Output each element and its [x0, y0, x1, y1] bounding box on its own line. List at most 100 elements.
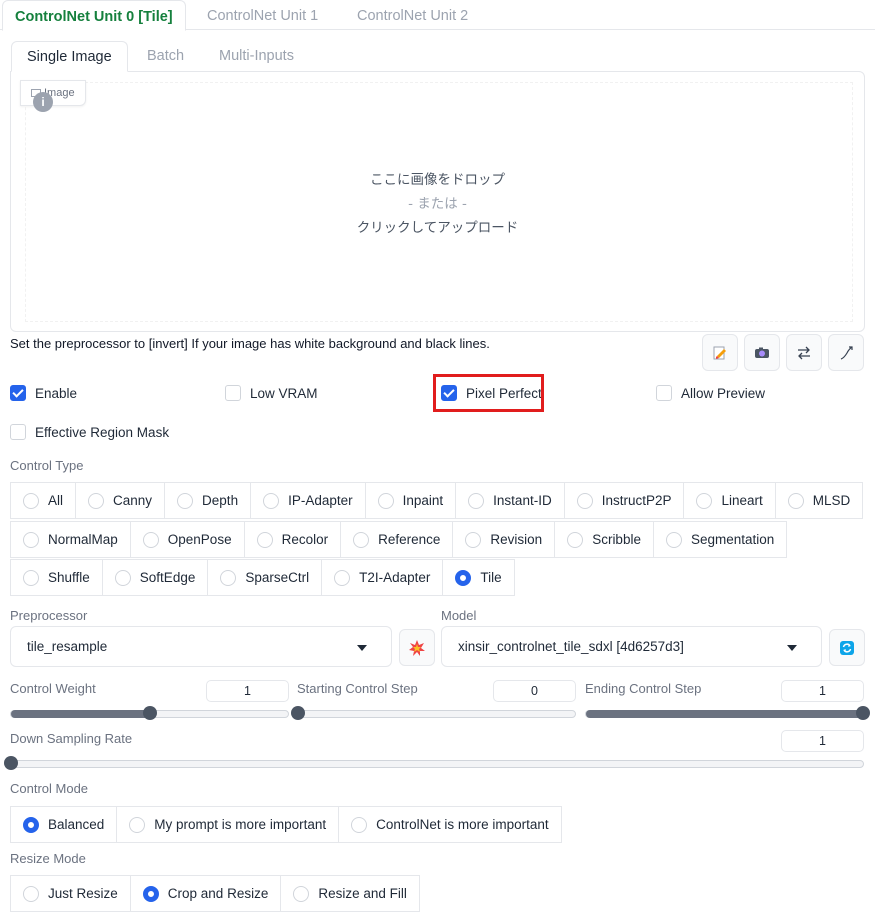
radio-icon[interactable]: [88, 492, 105, 509]
control-type-normalmap[interactable]: NormalMap: [10, 521, 130, 558]
control-type-depth[interactable]: Depth: [164, 482, 251, 519]
tab-unit-2[interactable]: ControlNet Unit 2: [345, 0, 480, 31]
control-mode-label: Control Mode: [10, 781, 89, 796]
radio-icon[interactable]: [23, 531, 39, 548]
explosion-icon: [409, 639, 425, 656]
control-type-mlsd[interactable]: MLSD: [774, 482, 864, 519]
radio-icon[interactable]: [23, 492, 39, 509]
refresh-models-button[interactable]: [829, 629, 865, 666]
control-type-revision[interactable]: Revision: [452, 521, 555, 558]
slider-thumb[interactable]: [291, 706, 305, 720]
resize-mode-resize-and-fill[interactable]: Resize and Fill: [280, 875, 420, 912]
tab-single-image[interactable]: Single Image: [11, 41, 128, 72]
model-dropdown[interactable]: xinsir_controlnet_tile_sdxl [4d6257d3]: [441, 626, 822, 667]
radio-icon[interactable]: [787, 492, 804, 509]
control-mode-prompt-important[interactable]: My prompt is more important: [116, 806, 339, 843]
control-type-all[interactable]: All: [10, 482, 76, 519]
control-mode-balanced[interactable]: Balanced: [10, 806, 117, 843]
checkbox-icon[interactable]: [656, 385, 672, 401]
control-type-canny[interactable]: Canny: [75, 482, 165, 519]
control-type-softedge[interactable]: SoftEdge: [101, 559, 208, 596]
radio-selected-icon[interactable]: [142, 885, 159, 902]
slider-thumb[interactable]: [4, 756, 18, 770]
radio-icon[interactable]: [351, 816, 368, 833]
control-type-reference[interactable]: Reference: [340, 521, 453, 558]
slider-thumb[interactable]: [856, 706, 870, 720]
down-sampling-slider[interactable]: [4, 756, 864, 770]
radio-icon[interactable]: [293, 885, 310, 902]
tab-multi-inputs[interactable]: Multi-Inputs: [204, 41, 309, 72]
slider-thumb[interactable]: [142, 706, 157, 720]
control-type-recolor[interactable]: Recolor: [243, 521, 341, 558]
low-vram-checkbox[interactable]: Low VRAM: [225, 385, 318, 401]
allow-preview-checkbox[interactable]: Allow Preview: [656, 385, 765, 401]
checkbox-icon[interactable]: [225, 385, 241, 401]
radio-icon[interactable]: [142, 531, 159, 548]
radio-icon[interactable]: [114, 569, 131, 586]
resize-mode-just-resize[interactable]: Just Resize: [10, 875, 130, 912]
control-type-inpaint[interactable]: Inpaint: [364, 482, 456, 519]
refresh-icon: [840, 640, 854, 655]
radio-icon[interactable]: [129, 816, 146, 833]
radio-icon[interactable]: [377, 492, 394, 509]
ending-step-input[interactable]: 1: [781, 680, 864, 702]
swap-button[interactable]: [786, 334, 822, 371]
control-type-scribble[interactable]: Scribble: [554, 521, 653, 558]
send-button[interactable]: [828, 334, 864, 371]
starting-step-label: Starting Control Step: [297, 681, 418, 696]
control-type-row-2: NormalMap OpenPose Recolor Reference Rev…: [10, 521, 788, 558]
ending-step-label: Ending Control Step: [585, 681, 702, 696]
control-type-shuffle[interactable]: Shuffle: [10, 559, 102, 596]
info-icon[interactable]: i: [33, 92, 53, 112]
radio-selected-icon[interactable]: [23, 816, 39, 833]
control-type-segmentation[interactable]: Segmentation: [652, 521, 788, 558]
radio-icon[interactable]: [220, 569, 237, 586]
control-type-ip-adapter[interactable]: IP-Adapter: [250, 482, 365, 519]
radio-icon[interactable]: [567, 531, 584, 548]
control-type-t2i-adapter[interactable]: T2I-Adapter: [321, 559, 443, 596]
control-type-openpose[interactable]: OpenPose: [129, 521, 244, 558]
click-upload-text: クリックしてアップロード: [356, 220, 519, 236]
resize-mode-crop-and-resize[interactable]: Crop and Resize: [129, 875, 281, 912]
radio-icon[interactable]: [256, 531, 273, 548]
radio-icon[interactable]: [23, 885, 39, 902]
checkbox-checked-icon[interactable]: [10, 385, 26, 401]
radio-icon[interactable]: [465, 531, 482, 548]
control-type-row-1: All Canny Depth IP-Adapter Inpaint Insta…: [10, 482, 864, 519]
enable-checkbox[interactable]: Enable: [10, 385, 77, 401]
checkbox-icon[interactable]: [10, 424, 26, 440]
radio-icon[interactable]: [468, 492, 485, 509]
radio-icon[interactable]: [665, 531, 682, 548]
tab-unit-1[interactable]: ControlNet Unit 1: [195, 0, 330, 31]
control-type-instructp2p[interactable]: InstructP2P: [563, 482, 684, 519]
radio-icon[interactable]: [263, 492, 280, 509]
control-type-instant-id[interactable]: Instant-ID: [455, 482, 564, 519]
preprocessor-dropdown[interactable]: tile_resample: [10, 626, 392, 667]
tab-unit-0[interactable]: ControlNet Unit 0 [Tile]: [2, 0, 186, 31]
control-type-lineart[interactable]: Lineart: [683, 482, 775, 519]
camera-button[interactable]: [744, 334, 780, 371]
control-type-row-3: Shuffle SoftEdge SparseCtrl T2I-Adapter …: [10, 559, 515, 596]
edit-button[interactable]: [702, 334, 738, 371]
radio-icon[interactable]: [23, 569, 39, 586]
run-preprocessor-button[interactable]: [399, 629, 435, 666]
slider-fill: [11, 710, 150, 718]
control-type-sparsectrl[interactable]: SparseCtrl: [207, 559, 322, 596]
radio-selected-icon[interactable]: [455, 569, 472, 586]
control-weight-slider[interactable]: [10, 706, 289, 720]
control-type-tile[interactable]: Tile: [442, 559, 515, 596]
ending-step-slider[interactable]: [585, 706, 870, 720]
effective-region-mask-checkbox[interactable]: Effective Region Mask: [10, 424, 169, 440]
down-sampling-input[interactable]: 1: [781, 730, 864, 752]
control-mode-controlnet-important[interactable]: ControlNet is more important: [338, 806, 562, 843]
radio-icon[interactable]: [353, 531, 370, 548]
starting-step-input[interactable]: 0: [493, 680, 576, 702]
swap-icon: [798, 346, 810, 359]
radio-icon[interactable]: [576, 492, 593, 509]
radio-icon[interactable]: [177, 492, 194, 509]
radio-icon[interactable]: [334, 569, 351, 586]
control-weight-input[interactable]: 1: [206, 680, 289, 702]
starting-step-slider[interactable]: [291, 706, 576, 720]
radio-icon[interactable]: [696, 492, 713, 509]
tab-batch[interactable]: Batch: [132, 41, 199, 72]
